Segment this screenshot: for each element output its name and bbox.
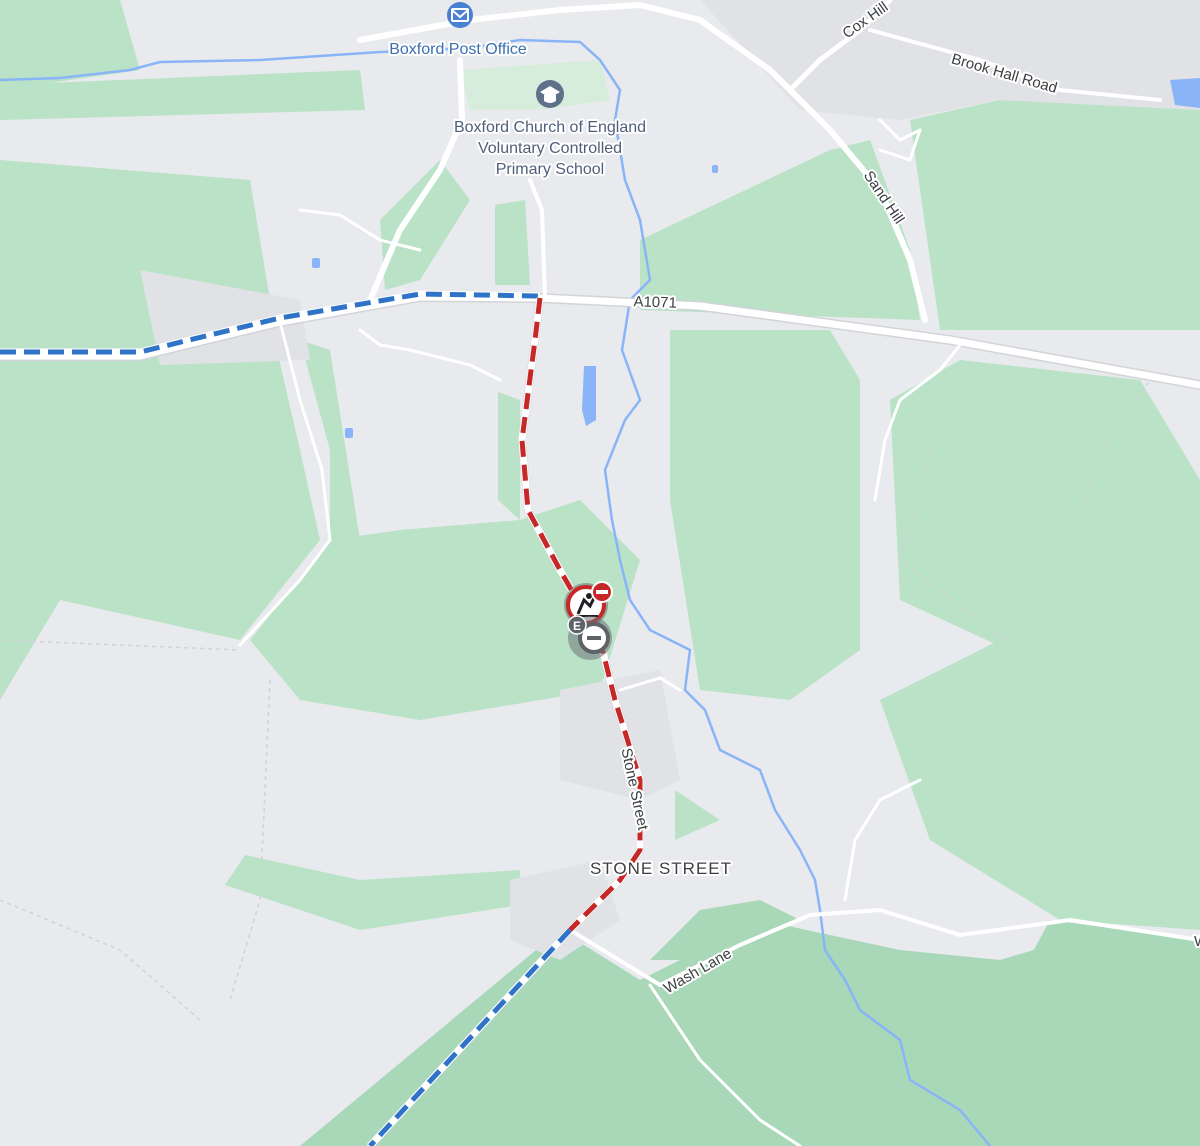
field-far-north-east (910, 100, 1200, 330)
road-closure-marker[interactable] (591, 581, 613, 603)
pond-small-2 (345, 428, 353, 438)
wood-pond-area (498, 392, 520, 520)
school-label-line2: Voluntary Controlled (478, 140, 622, 157)
pond-large (582, 366, 596, 426)
closure-e-letter: E (573, 619, 581, 633)
post-office-label: Boxford Post Office (389, 41, 527, 58)
school-label-line3: Primary School (496, 161, 604, 178)
pond-small-1 (312, 258, 320, 268)
pond-small-3 (712, 165, 718, 173)
map-canvas[interactable]: Boxford Post Office Boxford Church of En… (0, 0, 1200, 1146)
road-label-a1071: A1071 (633, 293, 677, 312)
road-label-edge: W (1194, 933, 1200, 950)
closure-secondary-marker[interactable]: E (567, 615, 612, 660)
school-label-line1: Boxford Church of England (454, 119, 646, 136)
wood-near-school-2 (495, 200, 530, 285)
place-label-stone-street: STONE STREET (590, 859, 732, 878)
mail-icon (447, 2, 473, 28)
field-east-centre (670, 330, 860, 700)
